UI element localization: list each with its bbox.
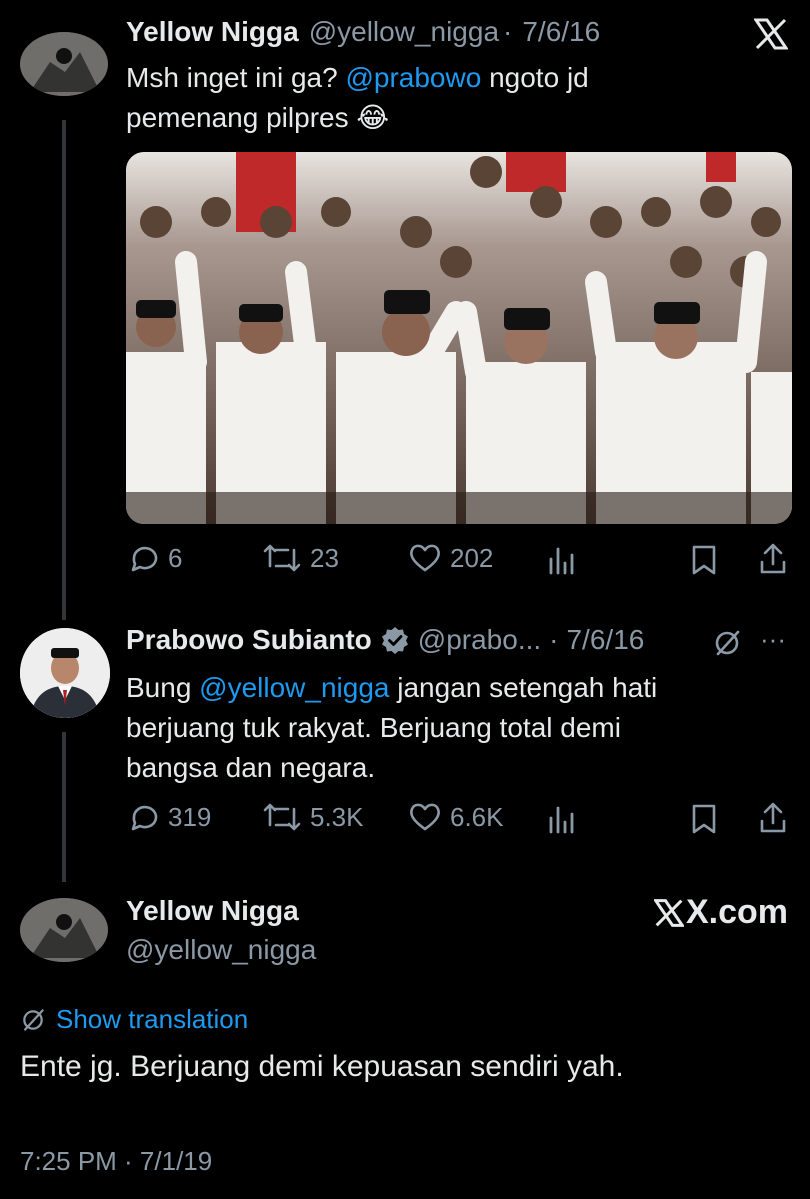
show-translation-label: Show translation: [56, 1004, 249, 1034]
verified-badge-icon: [381, 627, 408, 654]
tweet-timestamp[interactable]: 7:25 PM · 7/1/19: [20, 1146, 212, 1177]
reply-button[interactable]: 6: [128, 542, 182, 574]
like-button[interactable]: 6.6K: [408, 801, 504, 833]
avatar-image: [20, 32, 108, 96]
text-line-3: bangsa dan negara.: [126, 752, 376, 783]
laughing-emoji: 😂: [356, 102, 390, 133]
like-button[interactable]: 202: [408, 542, 493, 574]
reply-icon: [131, 546, 158, 572]
bookmark-icon[interactable]: [690, 544, 718, 581]
text-suffix: ngoto jd: [481, 62, 589, 93]
avatar-prabowo[interactable]: [20, 628, 110, 718]
tweet-date[interactable]: 7/6/16: [566, 624, 644, 656]
avatar-yellow-nigga[interactable]: [20, 32, 108, 96]
author-name[interactable]: Prabowo Subianto: [126, 624, 372, 656]
thread-line-1: [62, 120, 66, 620]
heart-icon: [410, 803, 440, 831]
more-options-button[interactable]: ···: [760, 624, 786, 655]
separator-dot: ·: [503, 16, 513, 47]
retweet-button[interactable]: 23: [262, 542, 339, 574]
views-icon[interactable]: [548, 804, 576, 839]
tweet-date[interactable]: 7/6/16: [522, 16, 600, 48]
translate-icon: [23, 1008, 44, 1031]
author-handle[interactable]: @yellow_nigga: [309, 16, 499, 48]
separator-dot: ·: [549, 624, 559, 655]
share-icon[interactable]: [758, 542, 788, 581]
tweet-photo[interactable]: [126, 152, 792, 524]
author-handle[interactable]: @prabo...: [418, 624, 541, 656]
crowd-photo-image: [126, 152, 792, 524]
views-icon[interactable]: [548, 545, 576, 580]
reply-count: 319: [168, 801, 212, 832]
retweet-icon: [263, 803, 301, 831]
author-name[interactable]: Yellow Nigga: [126, 895, 299, 927]
avatar-image: [20, 628, 110, 718]
avatar-yellow-nigga[interactable]: [20, 898, 108, 962]
reply-icon: [131, 805, 158, 831]
tweet-text: Msh inget ini ga? @prabowo ngoto jd peme…: [126, 58, 766, 138]
text-line-2: pemenang pilpres: [126, 102, 349, 133]
retweet-button[interactable]: 5.3K: [262, 801, 364, 833]
bookmark-icon[interactable]: [690, 803, 718, 840]
share-icon[interactable]: [758, 801, 788, 840]
reply-button[interactable]: 319: [128, 801, 211, 833]
avatar-image: [20, 898, 108, 962]
mention-link[interactable]: @yellow_nigga: [199, 672, 389, 703]
show-translation-link[interactable]: Show translation: [20, 1004, 248, 1035]
tweet-text: Bung @yellow_nigga jangan setengah hati …: [126, 668, 786, 788]
brand-text: X.com: [686, 893, 789, 931]
author-handle[interactable]: @yellow_nigga: [126, 934, 316, 966]
like-count: 202: [450, 542, 494, 573]
heart-icon: [410, 544, 440, 572]
translate-icon[interactable]: [712, 628, 742, 663]
author-name[interactable]: Yellow Nigga: [126, 16, 299, 48]
x-logo-icon: [654, 898, 684, 927]
like-count: 6.6K: [450, 801, 504, 832]
x-logo-icon[interactable]: [753, 18, 789, 55]
text-prefix: Bung: [126, 672, 200, 703]
text-prefix: Msh inget ini ga?: [126, 62, 346, 93]
reply-count: 6: [168, 542, 183, 573]
tweet-text: Ente jg. Berjuang demi kepuasan sendiri …: [20, 1050, 624, 1083]
thread-line-2: [62, 732, 66, 882]
text-suffix: jangan setengah hati: [389, 672, 658, 703]
mention-link[interactable]: @prabowo: [345, 62, 481, 93]
x-com-brand[interactable]: X.com: [654, 893, 788, 932]
retweet-count: 23: [310, 542, 339, 573]
retweet-icon: [263, 544, 301, 572]
retweet-count: 5.3K: [310, 801, 364, 832]
text-line-2: berjuang tuk rakyat. Berjuang total demi: [126, 712, 621, 743]
